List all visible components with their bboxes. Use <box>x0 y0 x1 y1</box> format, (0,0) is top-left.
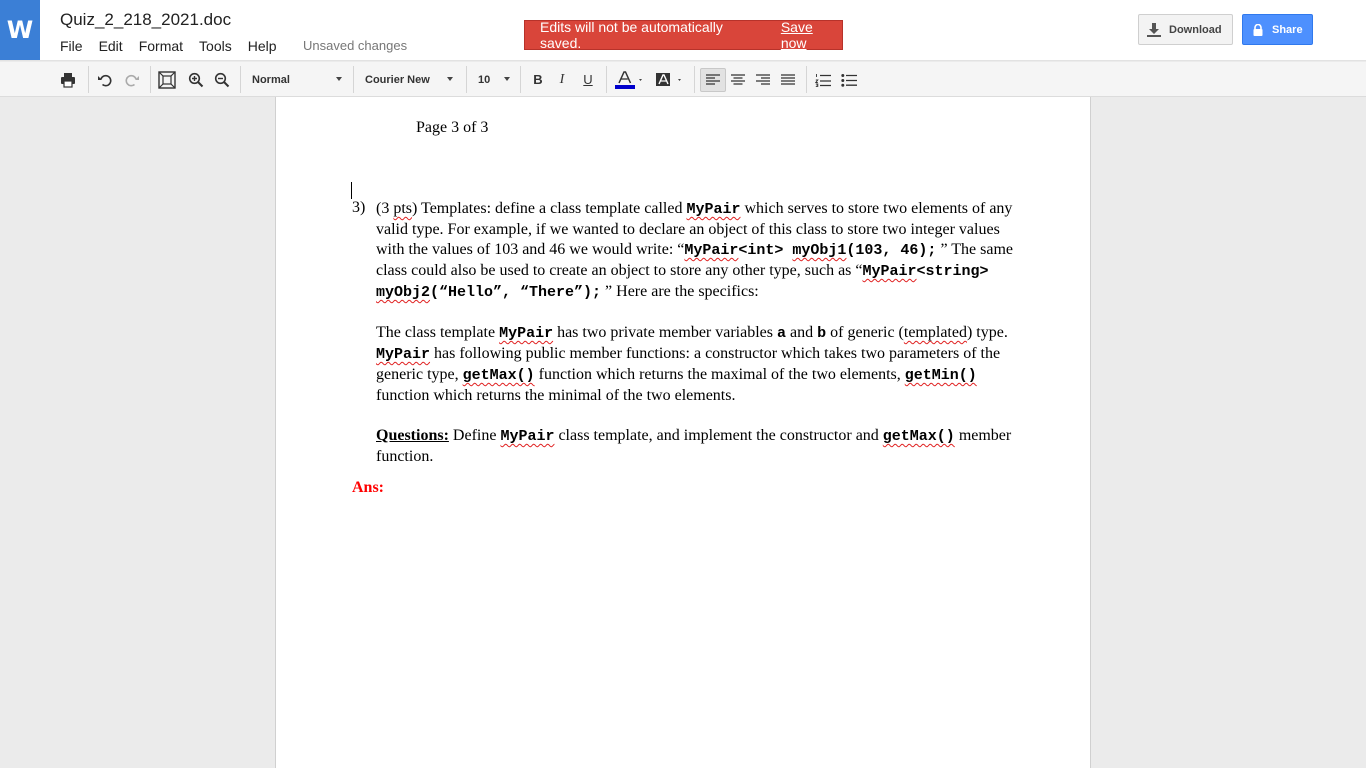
fit-page-button[interactable] <box>155 62 179 97</box>
undo-button[interactable] <box>93 62 117 97</box>
redo-icon <box>125 74 139 86</box>
toolbar-divider <box>88 66 89 93</box>
question-body: (3 pts) Templates: define a class templa… <box>376 199 1021 487</box>
code-mypair: MyPair <box>376 346 431 363</box>
toolbar-divider <box>694 66 695 93</box>
zoom-in-button[interactable] <box>184 62 208 97</box>
align-left-icon <box>706 74 720 85</box>
chevron-down-icon <box>504 77 510 81</box>
toolbar-divider <box>240 66 241 93</box>
questions-label: Questions: <box>376 427 449 444</box>
app-logo[interactable]: W <box>0 0 40 60</box>
answer-label: Ans: <box>352 479 385 496</box>
app-header: W Quiz_2_218_2021.doc File Edit Format T… <box>0 0 1366 61</box>
save-status: Unsaved changes <box>303 38 408 53</box>
code-getmax: getMax() <box>462 367 535 384</box>
toolbar-divider <box>466 66 467 93</box>
spelling-flag: templated <box>903 324 967 341</box>
menu-file[interactable]: File <box>60 38 83 54</box>
code-mypair: MyPair <box>684 242 739 259</box>
question-paragraph: (3 pts) Templates: define a class templa… <box>376 200 1013 301</box>
code-mypair: MyPair <box>686 201 741 218</box>
text-cursor <box>351 182 352 199</box>
print-button[interactable] <box>56 62 80 97</box>
download-label: Download <box>1169 23 1222 36</box>
menu-bar: File Edit Format Tools Help <box>60 38 293 54</box>
code-var-b: b <box>817 325 827 342</box>
code-getmin: getMin() <box>904 367 977 384</box>
formatting-toolbar: Normal Courier New 10 B I U <box>0 62 1366 97</box>
text-color-button[interactable] <box>612 62 646 97</box>
fit-page-icon <box>158 70 176 89</box>
highlight-icon <box>656 72 681 86</box>
download-icon <box>1147 22 1161 37</box>
autosave-notice: Edits will not be automatically saved. S… <box>524 19 843 51</box>
menu-help[interactable]: Help <box>248 38 277 54</box>
document-page[interactable]: Page 3 of 3 3) (3 pts) Templates: define… <box>275 97 1091 768</box>
menu-edit[interactable]: Edit <box>99 38 123 54</box>
underline-button[interactable]: U <box>577 62 599 97</box>
document-title[interactable]: Quiz_2_218_2021.doc <box>60 10 231 30</box>
code-var-a: a <box>777 325 787 342</box>
question-number: 3) <box>352 199 366 216</box>
zoom-in-icon <box>188 72 204 87</box>
justify-button[interactable] <box>777 62 799 97</box>
chevron-down-icon <box>447 77 453 81</box>
code-myobj2: myObj2 <box>376 284 431 301</box>
align-right-icon <box>756 73 770 85</box>
zoom-out-icon <box>214 72 230 87</box>
share-label: Share <box>1272 23 1303 36</box>
toolbar-divider <box>150 66 151 93</box>
bulleted-list-icon <box>841 73 857 87</box>
code-mypair: MyPair <box>500 428 555 445</box>
code-mypair: MyPair <box>499 325 554 342</box>
redo-button[interactable] <box>120 62 144 97</box>
toolbar-divider <box>353 66 354 93</box>
numbered-list-button[interactable] <box>812 62 834 97</box>
font-size-value: 10 <box>478 73 491 86</box>
questions-paragraph: Questions: Define MyPair class template,… <box>376 427 1012 465</box>
undo-icon <box>98 74 112 86</box>
code-getmax: getMax() <box>882 428 955 445</box>
paragraph-style-value: Normal <box>252 73 290 86</box>
align-center-icon <box>731 73 745 85</box>
font-size-dropdown[interactable]: 10 <box>478 62 510 97</box>
page-header: Page 3 of 3 <box>416 119 489 136</box>
menu-tools[interactable]: Tools <box>199 38 232 54</box>
menu-format[interactable]: Format <box>139 38 183 54</box>
font-family-dropdown[interactable]: Courier New <box>365 62 453 97</box>
zoom-out-button[interactable] <box>210 62 234 97</box>
printer-icon <box>61 72 75 88</box>
numbered-list-icon <box>815 73 831 87</box>
code-myobj1: myObj1 <box>792 242 847 259</box>
bold-button[interactable]: B <box>527 62 549 97</box>
download-button[interactable]: Download <box>1138 14 1233 45</box>
toolbar-divider <box>606 66 607 93</box>
italic-button[interactable]: I <box>551 62 573 97</box>
lock-icon <box>1253 23 1263 36</box>
paragraph-style-dropdown[interactable]: Normal <box>252 62 342 97</box>
save-now-link[interactable]: Save now <box>781 19 842 51</box>
notice-text: Edits will not be automatically saved. <box>540 19 723 51</box>
spelling-flag: pts <box>393 200 412 217</box>
text-color-icon <box>615 70 642 89</box>
specifics-paragraph: The class template MyPair has two privat… <box>376 324 1008 404</box>
chevron-down-icon <box>336 77 342 81</box>
bulleted-list-button[interactable] <box>838 62 860 97</box>
justify-icon <box>781 73 795 85</box>
toolbar-divider <box>806 66 807 93</box>
code-mypair: MyPair <box>862 263 917 280</box>
align-right-button[interactable] <box>752 62 774 97</box>
share-button[interactable]: Share <box>1242 14 1313 45</box>
toolbar-divider <box>520 66 521 93</box>
align-left-button[interactable] <box>700 68 726 92</box>
font-family-value: Courier New <box>365 73 430 86</box>
align-center-button[interactable] <box>727 62 749 97</box>
highlight-color-button[interactable] <box>651 62 685 97</box>
